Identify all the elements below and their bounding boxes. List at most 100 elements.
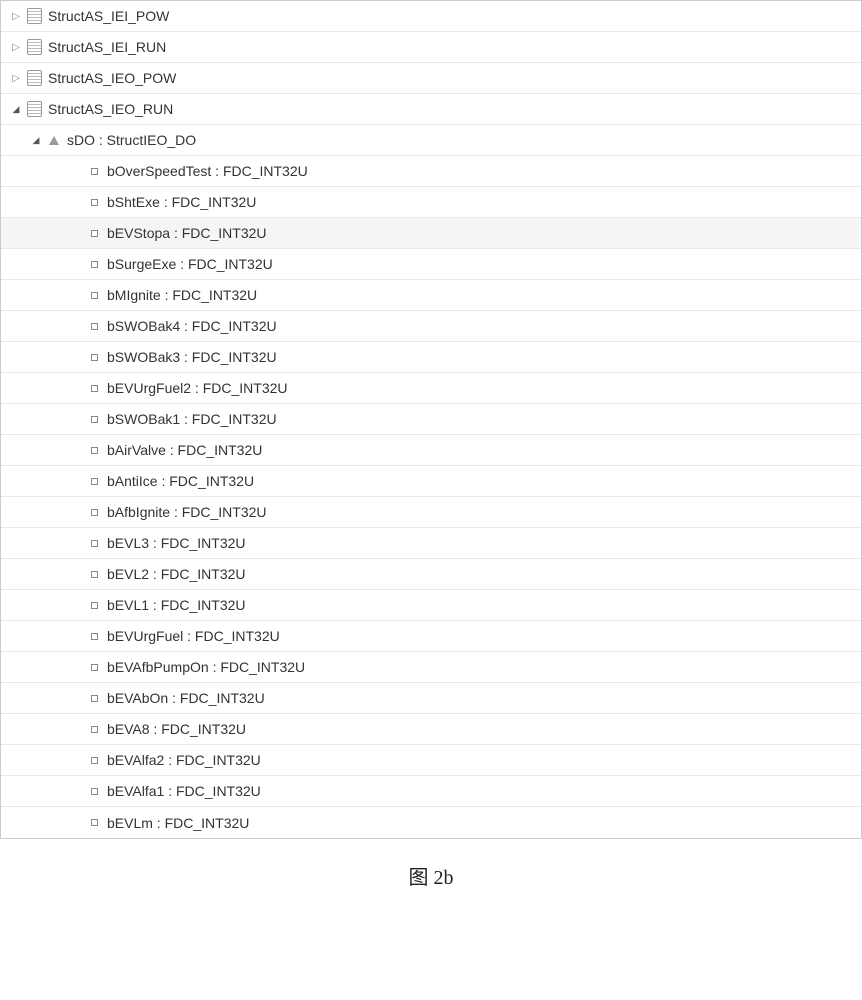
member-icon bbox=[91, 633, 98, 640]
tree-node-label: bEVAbOn : FDC_INT32U bbox=[107, 690, 265, 706]
tree-node-root[interactable]: StructAS_IEO_RUN bbox=[1, 94, 861, 125]
expander-none bbox=[69, 567, 83, 581]
tree-node-member[interactable]: bEVAfbPumpOn : FDC_INT32U bbox=[1, 652, 861, 683]
expander-none bbox=[69, 350, 83, 364]
chevron-right-icon[interactable] bbox=[9, 71, 23, 85]
tree-node-label: bAfbIgnite : FDC_INT32U bbox=[107, 504, 267, 520]
tree-node-label: bSWOBak1 : FDC_INT32U bbox=[107, 411, 277, 427]
tree-node-member[interactable]: bEVStopa : FDC_INT32U bbox=[1, 218, 861, 249]
expander-none bbox=[69, 226, 83, 240]
tree-node-label: bSurgeExe : FDC_INT32U bbox=[107, 256, 273, 272]
expander-none bbox=[69, 288, 83, 302]
member-icon bbox=[91, 602, 98, 609]
member-icon bbox=[91, 199, 98, 206]
member-icon bbox=[91, 354, 98, 361]
tree-node-member[interactable]: bSWOBak3 : FDC_INT32U bbox=[1, 342, 861, 373]
expander-none bbox=[69, 474, 83, 488]
tree-node-label: StructAS_IEO_RUN bbox=[48, 101, 173, 117]
expander-none bbox=[69, 691, 83, 705]
tree-node-member[interactable]: bAntiIce : FDC_INT32U bbox=[1, 466, 861, 497]
tree-node-label: bEVUrgFuel2 : FDC_INT32U bbox=[107, 380, 288, 396]
tree-node-root[interactable]: StructAS_IEI_POW bbox=[1, 1, 861, 32]
tree-node-label: bShtExe : FDC_INT32U bbox=[107, 194, 256, 210]
struct-icon bbox=[27, 70, 42, 86]
tree-node-member[interactable]: bEVL3 : FDC_INT32U bbox=[1, 528, 861, 559]
tree-node-member[interactable]: bEVAlfa1 : FDC_INT32U bbox=[1, 776, 861, 807]
expander-none bbox=[69, 784, 83, 798]
member-icon bbox=[91, 447, 98, 454]
chevron-down-icon[interactable] bbox=[9, 102, 23, 116]
member-icon bbox=[91, 819, 98, 826]
tree-node-member[interactable]: bEVUrgFuel : FDC_INT32U bbox=[1, 621, 861, 652]
expander-none bbox=[69, 381, 83, 395]
tree-node-label: bEVL2 : FDC_INT32U bbox=[107, 566, 246, 582]
tree-node-member[interactable]: bSurgeExe : FDC_INT32U bbox=[1, 249, 861, 280]
tree-node-member[interactable]: bEVAlfa2 : FDC_INT32U bbox=[1, 745, 861, 776]
struct-icon bbox=[27, 39, 42, 55]
tree-node-label: bEVAlfa2 : FDC_INT32U bbox=[107, 752, 261, 768]
chevron-down-icon[interactable] bbox=[29, 133, 43, 147]
tree-node-label: bEVUrgFuel : FDC_INT32U bbox=[107, 628, 280, 644]
tree-node-label: bOverSpeedTest : FDC_INT32U bbox=[107, 163, 308, 179]
member-icon bbox=[91, 540, 98, 547]
tree-node-label: bSWOBak4 : FDC_INT32U bbox=[107, 318, 277, 334]
tree-node-root[interactable]: StructAS_IEO_POW bbox=[1, 63, 861, 94]
expander-none bbox=[69, 816, 83, 830]
tree-node-member[interactable]: bAirValve : FDC_INT32U bbox=[1, 435, 861, 466]
tree-node-label: bMIgnite : FDC_INT32U bbox=[107, 287, 257, 303]
member-icon bbox=[91, 292, 98, 299]
struct-icon bbox=[27, 8, 42, 24]
expander-none bbox=[69, 443, 83, 457]
triangle-icon bbox=[49, 136, 59, 145]
tree-node-label: bAirValve : FDC_INT32U bbox=[107, 442, 262, 458]
member-icon bbox=[91, 757, 98, 764]
chevron-right-icon[interactable] bbox=[9, 40, 23, 54]
member-icon bbox=[91, 664, 98, 671]
tree-node-member[interactable]: bShtExe : FDC_INT32U bbox=[1, 187, 861, 218]
tree-node-label: StructAS_IEI_POW bbox=[48, 8, 169, 24]
tree-node-label: bEVStopa : FDC_INT32U bbox=[107, 225, 267, 241]
member-icon bbox=[91, 788, 98, 795]
tree-node-member[interactable]: bAfbIgnite : FDC_INT32U bbox=[1, 497, 861, 528]
expander-none bbox=[69, 319, 83, 333]
member-icon bbox=[91, 695, 98, 702]
tree-node-label: bEVL1 : FDC_INT32U bbox=[107, 597, 246, 613]
member-icon bbox=[91, 571, 98, 578]
expander-none bbox=[69, 753, 83, 767]
tree-node-label: bSWOBak3 : FDC_INT32U bbox=[107, 349, 277, 365]
tree-node-member[interactable]: bEVL1 : FDC_INT32U bbox=[1, 590, 861, 621]
tree-node-label: bEVAfbPumpOn : FDC_INT32U bbox=[107, 659, 305, 675]
tree-node-label: bEVAlfa1 : FDC_INT32U bbox=[107, 783, 261, 799]
tree-node-member[interactable]: bOverSpeedTest : FDC_INT32U bbox=[1, 156, 861, 187]
tree-node-label: bEVA8 : FDC_INT32U bbox=[107, 721, 246, 737]
figure-caption: 图 2b bbox=[0, 861, 862, 890]
chevron-right-icon[interactable] bbox=[9, 9, 23, 23]
tree-node-label: StructAS_IEI_RUN bbox=[48, 39, 166, 55]
tree-node-label: sDO : StructIEO_DO bbox=[67, 132, 196, 148]
tree-node-member[interactable]: bEVA8 : FDC_INT32U bbox=[1, 714, 861, 745]
expander-none bbox=[69, 722, 83, 736]
expander-none bbox=[69, 412, 83, 426]
expander-none bbox=[69, 257, 83, 271]
member-icon bbox=[91, 509, 98, 516]
tree-node-member[interactable]: bEVAbOn : FDC_INT32U bbox=[1, 683, 861, 714]
tree-node-member[interactable]: bMIgnite : FDC_INT32U bbox=[1, 280, 861, 311]
tree-node-member[interactable]: bSWOBak4 : FDC_INT32U bbox=[1, 311, 861, 342]
tree-node-member[interactable]: bEVUrgFuel2 : FDC_INT32U bbox=[1, 373, 861, 404]
expander-none bbox=[69, 536, 83, 550]
tree-node-root[interactable]: StructAS_IEI_RUN bbox=[1, 32, 861, 63]
member-icon bbox=[91, 478, 98, 485]
member-icon bbox=[91, 385, 98, 392]
expander-none bbox=[69, 660, 83, 674]
expander-none bbox=[69, 598, 83, 612]
tree-node-child[interactable]: sDO : StructIEO_DO bbox=[1, 125, 861, 156]
tree-node-member[interactable]: bSWOBak1 : FDC_INT32U bbox=[1, 404, 861, 435]
tree-node-label: bEVLm : FDC_INT32U bbox=[107, 815, 249, 831]
member-icon bbox=[91, 261, 98, 268]
tree-view: StructAS_IEI_POW StructAS_IEI_RUN Struct… bbox=[0, 0, 862, 839]
member-icon bbox=[91, 726, 98, 733]
tree-node-member[interactable]: bEVLm : FDC_INT32U bbox=[1, 807, 861, 838]
tree-node-label: bAntiIce : FDC_INT32U bbox=[107, 473, 254, 489]
expander-none bbox=[69, 195, 83, 209]
tree-node-member[interactable]: bEVL2 : FDC_INT32U bbox=[1, 559, 861, 590]
